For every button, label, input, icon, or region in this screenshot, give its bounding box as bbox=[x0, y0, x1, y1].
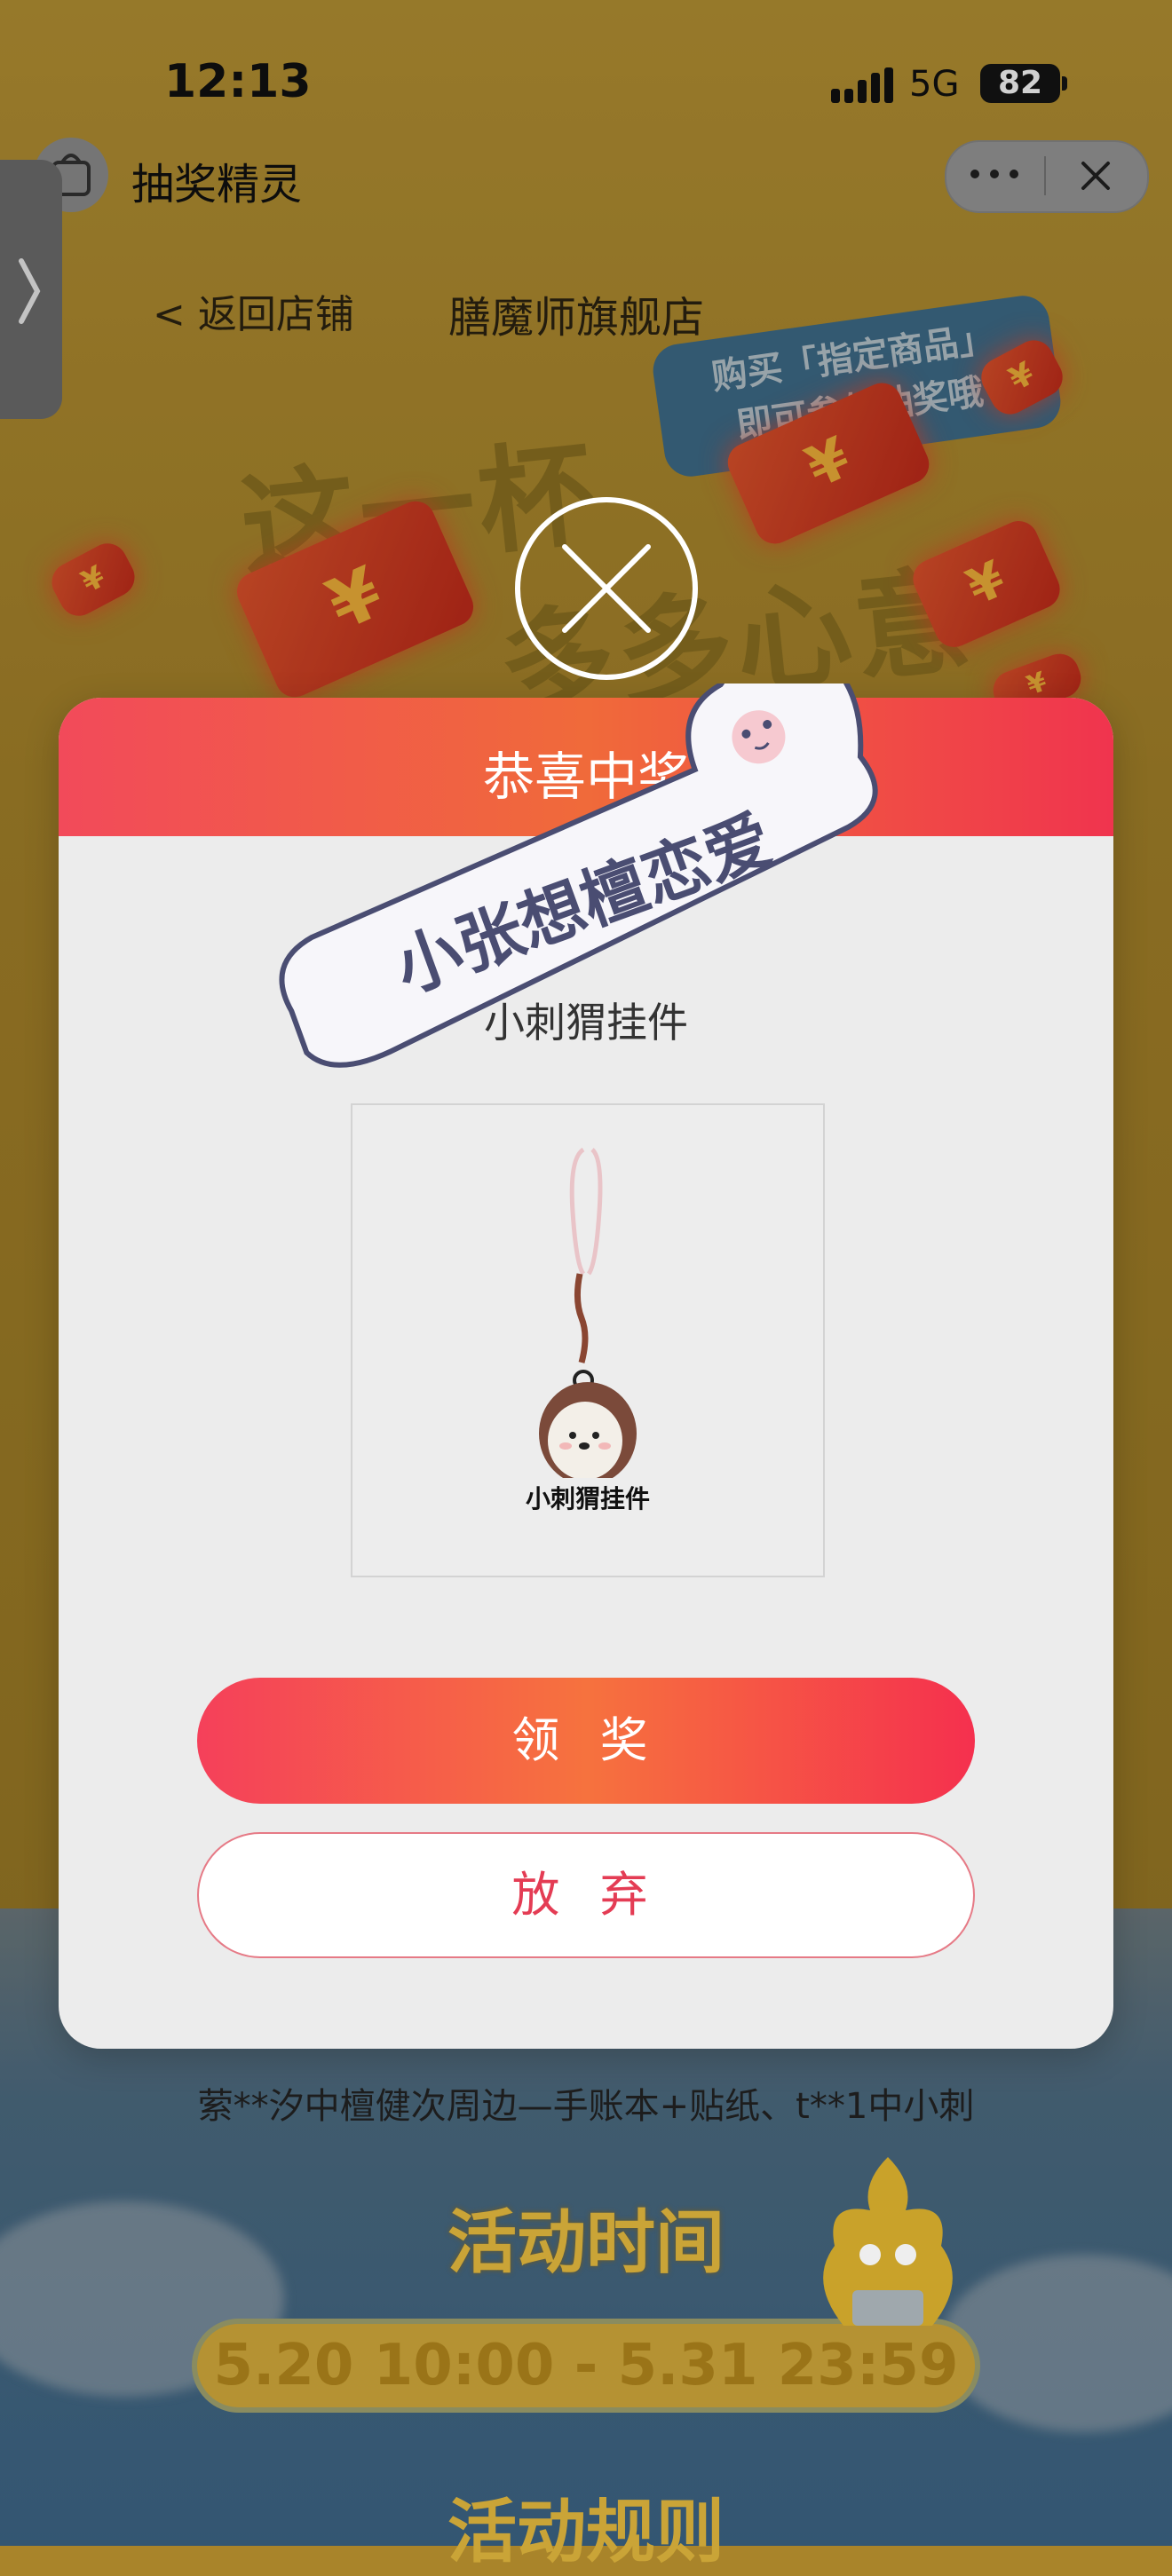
close-icon bbox=[562, 544, 651, 633]
prize-image-caption: 小刺猬挂件 bbox=[525, 1484, 650, 1513]
activity-rules-title: 活动规则 bbox=[447, 2493, 725, 2572]
mascot-illustration bbox=[823, 2157, 953, 2326]
activity-time-title: 活动时间 bbox=[447, 2203, 725, 2283]
prize-image: 小刺猬挂件 bbox=[351, 1103, 825, 1577]
modal-close-button[interactable] bbox=[515, 497, 698, 680]
give-up-button[interactable]: 放 弃 bbox=[197, 1832, 975, 1958]
winners-ticker: 萦**汐中檀健次周边—手账本+贴纸、t**1中小刺 bbox=[197, 2086, 975, 2127]
cat-sticker-watermark: 小张想檀恋爱 bbox=[279, 684, 878, 1068]
hedgehog-keychain-image bbox=[539, 1147, 637, 1478]
claim-prize-button[interactable]: 领 奖 bbox=[197, 1678, 975, 1804]
